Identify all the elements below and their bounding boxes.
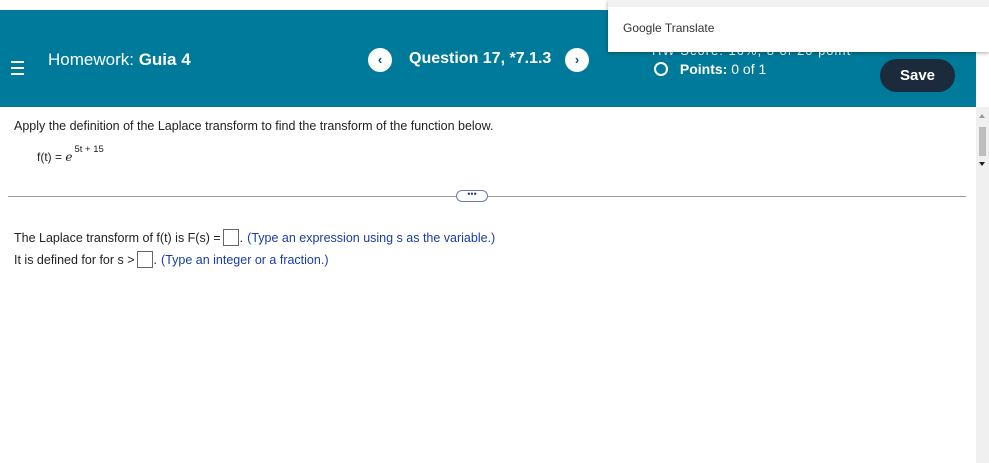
function-exponent: 5t + 15 — [74, 144, 104, 155]
menu-icon[interactable] — [11, 61, 24, 75]
domain-answer-input[interactable] — [136, 251, 153, 268]
answer-period: . — [153, 253, 158, 267]
homework-prefix: Homework: — [48, 50, 134, 69]
homework-name: Guia 4 — [138, 50, 191, 69]
scroll-thumb[interactable] — [979, 127, 986, 156]
points-label: Points: — [679, 61, 728, 77]
points-circle-icon — [654, 62, 668, 76]
more-options-button[interactable]: ••• — [456, 190, 488, 202]
homework-title: Homework: Guia 4 — [48, 50, 191, 70]
vertical-scrollbar[interactable] — [976, 107, 989, 463]
domain-answer-hint: (Type an integer or a fraction.) — [161, 253, 329, 267]
question-instruction: Apply the definition of the Laplace tran… — [14, 119, 494, 133]
question-label: Question 17, *7.1.3 — [409, 50, 552, 67]
answer-prompt-domain: It is defined for for s > — [14, 253, 135, 267]
save-button[interactable]: Save — [880, 59, 955, 92]
question-content: Apply the definition of the Laplace tran… — [0, 107, 976, 463]
google-translate-title: Google Translate — [623, 21, 715, 35]
previous-question-button[interactable]: ‹ — [368, 48, 392, 72]
function-definition: f(t) = e5t + 15 — [37, 144, 104, 164]
function-base: e — [65, 150, 73, 164]
points-indicator: Points: 0 of 1 — [654, 61, 766, 77]
next-question-button[interactable]: › — [565, 48, 589, 72]
transform-answer-hint: (Type an expression using s as the varia… — [247, 231, 496, 245]
function-lhs: f(t) = — [37, 150, 63, 164]
answer-period: . — [239, 231, 244, 245]
answer-line-transform: The Laplace transform of f(t) is F(s) =.… — [14, 229, 495, 246]
answer-line-domain: It is defined for for s >. (Type an integ… — [14, 251, 328, 268]
scroll-down-icon[interactable] — [979, 162, 985, 166]
transform-answer-input[interactable] — [222, 229, 239, 246]
google-translate-popup: Google Translate — [608, 0, 989, 52]
answer-prompt-transform: The Laplace transform of f(t) is F(s) = — [14, 231, 221, 245]
points-value: 0 of 1 — [731, 61, 767, 77]
scroll-up-icon[interactable] — [979, 114, 985, 118]
